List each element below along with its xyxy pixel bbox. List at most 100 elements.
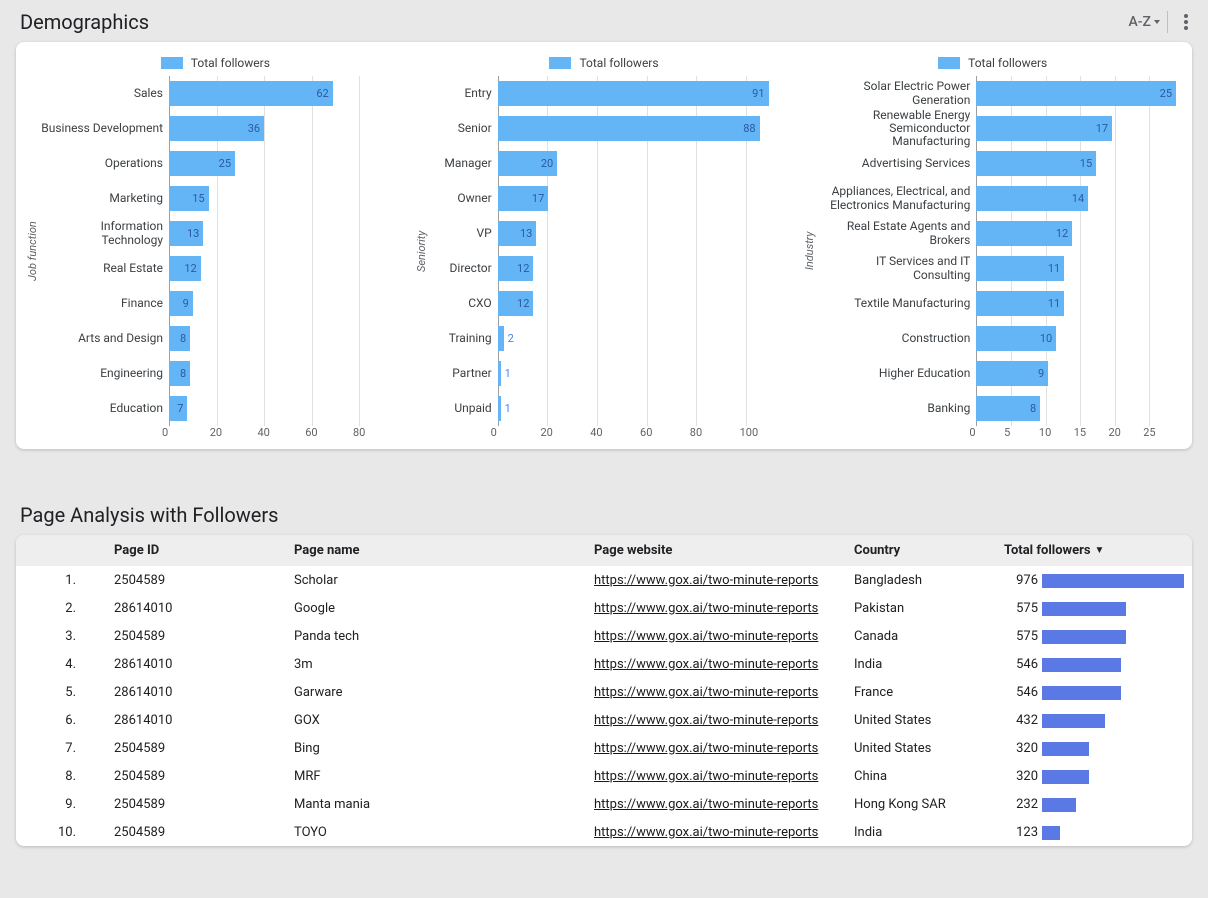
- cell-page-website: https://www.gox.ai/two-minute-reports: [586, 685, 846, 700]
- bar[interactable]: 8: [169, 361, 190, 386]
- bar-value: 91: [752, 87, 764, 100]
- page-website-link[interactable]: https://www.gox.ai/two-minute-reports: [594, 629, 818, 644]
- cell-country: Canada: [846, 629, 996, 644]
- bar[interactable]: 25: [169, 151, 235, 176]
- followers-value: 976: [1004, 573, 1038, 588]
- legend-swatch-icon: [549, 57, 571, 69]
- demographics-card: Total followersJob functionSalesBusiness…: [16, 42, 1192, 449]
- category-label: Arts and Design: [39, 321, 169, 356]
- cell-followers: 546: [996, 685, 1192, 700]
- sort-az-button[interactable]: A‐Z: [1129, 14, 1151, 30]
- legend-swatch-icon: [938, 57, 960, 69]
- bar[interactable]: 9: [169, 291, 193, 316]
- bar[interactable]: 62: [169, 81, 333, 106]
- bar[interactable]: 8: [976, 396, 1040, 421]
- bar[interactable]: 10: [976, 326, 1056, 351]
- bar-value: 9: [183, 297, 189, 310]
- cell-page-name: Bing: [286, 741, 586, 756]
- bar[interactable]: 12: [498, 256, 534, 281]
- cell-followers: 976: [996, 573, 1192, 588]
- table-row[interactable]: 4.286140103mhttps://www.gox.ai/two-minut…: [16, 650, 1192, 678]
- bar[interactable]: 12: [976, 221, 1072, 246]
- bar-value: 12: [517, 262, 529, 275]
- table-row[interactable]: 9.2504589Manta maniahttps://www.gox.ai/t…: [16, 790, 1192, 818]
- bar[interactable]: 9: [976, 361, 1048, 386]
- page-website-link[interactable]: https://www.gox.ai/two-minute-reports: [594, 601, 818, 616]
- cell-page-id: 2504589: [106, 573, 286, 588]
- row-index: 2.: [16, 601, 106, 616]
- bar[interactable]: 15: [976, 151, 1096, 176]
- category-label: Operations: [39, 146, 169, 181]
- table-row[interactable]: 7.2504589Binghttps://www.gox.ai/two-minu…: [16, 734, 1192, 762]
- bar-value: 13: [187, 227, 199, 240]
- bar[interactable]: 11: [976, 256, 1064, 281]
- bar[interactable]: 36: [169, 116, 264, 141]
- page-website-link[interactable]: https://www.gox.ai/two-minute-reports: [594, 685, 818, 700]
- category-label: Textile Manufacturing: [816, 286, 976, 321]
- followers-bar: [1042, 742, 1089, 756]
- chart-legend: Total followers: [24, 56, 407, 70]
- bar[interactable]: 11: [976, 291, 1064, 316]
- bar[interactable]: 88: [498, 116, 760, 141]
- bar[interactable]: 7: [169, 396, 187, 421]
- bar[interactable]: 1: [498, 396, 501, 421]
- cell-page-website: https://www.gox.ai/two-minute-reports: [586, 713, 846, 728]
- bar[interactable]: 91: [498, 81, 769, 106]
- cell-page-id: 2504589: [106, 769, 286, 784]
- row-index: 3.: [16, 629, 106, 644]
- chart-legend: Total followers: [413, 56, 796, 70]
- row-index: 8.: [16, 769, 106, 784]
- bar[interactable]: 15: [169, 186, 209, 211]
- table-row[interactable]: 6.28614010GOXhttps://www.gox.ai/two-minu…: [16, 706, 1192, 734]
- followers-bar: [1042, 798, 1076, 812]
- table-row[interactable]: 10.2504589TOYOhttps://www.gox.ai/two-min…: [16, 818, 1192, 846]
- category-label: Advertising Services: [816, 146, 976, 181]
- col-total-followers[interactable]: Total followers ▼: [996, 543, 1192, 558]
- x-tick: 80: [690, 426, 740, 439]
- bar[interactable]: 8: [169, 326, 190, 351]
- cell-page-name: MRF: [286, 769, 586, 784]
- col-country[interactable]: Country: [846, 543, 996, 558]
- bar[interactable]: 2: [498, 326, 504, 351]
- cell-followers: 320: [996, 741, 1192, 756]
- bar[interactable]: 14: [976, 186, 1088, 211]
- table-row[interactable]: 1.2504589Scholarhttps://www.gox.ai/two-m…: [16, 566, 1192, 594]
- page-website-link[interactable]: https://www.gox.ai/two-minute-reports: [594, 741, 818, 756]
- page-website-link[interactable]: https://www.gox.ai/two-minute-reports: [594, 713, 818, 728]
- category-label: Unpaid: [428, 391, 498, 426]
- bar[interactable]: 1: [498, 361, 501, 386]
- row-index: 6.: [16, 713, 106, 728]
- table-row[interactable]: 8.2504589MRF https://www.gox.ai/two-minut…: [16, 762, 1192, 790]
- category-label: Owner: [428, 181, 498, 216]
- bar[interactable]: 12: [169, 256, 201, 281]
- followers-value: 320: [1004, 741, 1038, 756]
- cell-page-website: https://www.gox.ai/two-minute-reports: [586, 657, 846, 672]
- table-row[interactable]: 2.28614010Googlehttps://www.gox.ai/two-m…: [16, 594, 1192, 622]
- bar[interactable]: 13: [169, 221, 203, 246]
- col-page-id[interactable]: Page ID: [106, 543, 286, 558]
- followers-value: 575: [1004, 601, 1038, 616]
- cell-country: India: [846, 657, 996, 672]
- table-row[interactable]: 5.28614010Garwarehttps://www.gox.ai/two-…: [16, 678, 1192, 706]
- page-website-link[interactable]: https://www.gox.ai/two-minute-reports: [594, 797, 818, 812]
- category-label: Finance: [39, 286, 169, 321]
- page-website-link[interactable]: https://www.gox.ai/two-minute-reports: [594, 657, 818, 672]
- bar[interactable]: 17: [976, 116, 1112, 141]
- bar[interactable]: 20: [498, 151, 558, 176]
- bar-value: 8: [180, 367, 186, 380]
- category-label: Solar Electric Power Generation: [816, 76, 976, 111]
- col-page-name[interactable]: Page name: [286, 543, 586, 558]
- cell-country: Pakistan: [846, 601, 996, 616]
- table-row[interactable]: 3.2504589Panda techhttps://www.gox.ai/tw…: [16, 622, 1192, 650]
- bar[interactable]: 12: [498, 291, 534, 316]
- more-options-button[interactable]: [1184, 14, 1188, 30]
- row-index: 7.: [16, 741, 106, 756]
- col-page-website[interactable]: Page website: [586, 543, 846, 558]
- bar[interactable]: 17: [498, 186, 549, 211]
- bar[interactable]: 25: [976, 81, 1176, 106]
- page-website-link[interactable]: https://www.gox.ai/two-minute-reports: [594, 769, 818, 784]
- page-website-link[interactable]: https://www.gox.ai/two-minute-reports: [594, 825, 818, 840]
- page-website-link[interactable]: https://www.gox.ai/two-minute-reports: [594, 573, 818, 588]
- bar-value: 9: [1038, 367, 1044, 380]
- bar[interactable]: 13: [498, 221, 537, 246]
